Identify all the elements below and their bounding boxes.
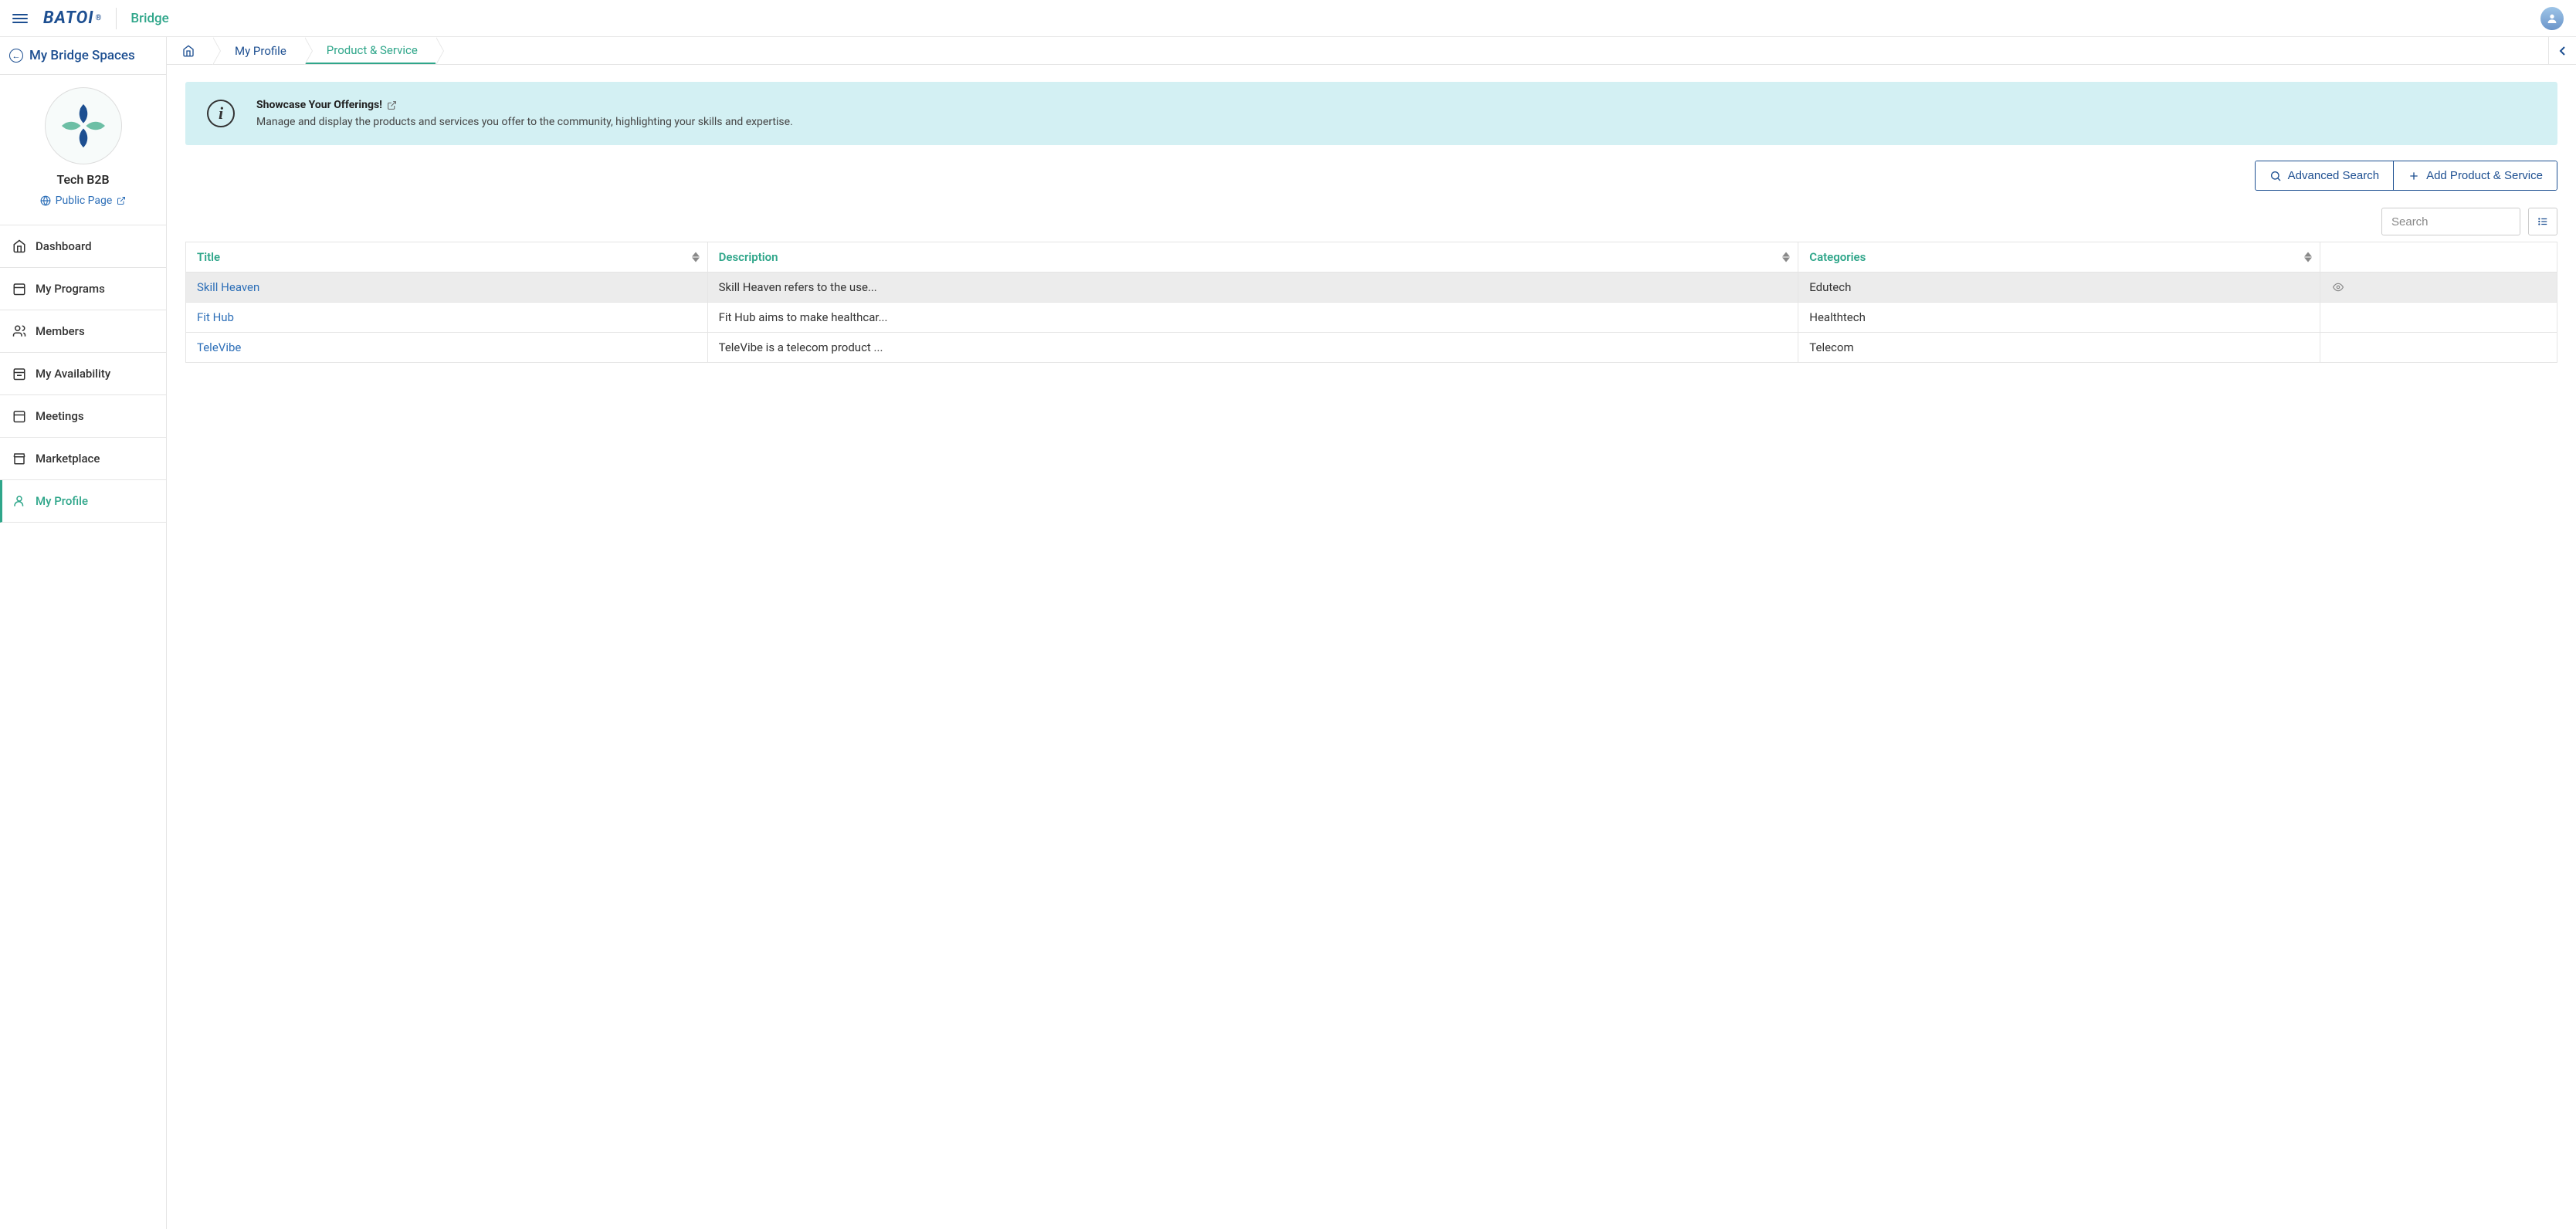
main-content: My Profile Product & Service i Showcase … bbox=[167, 37, 2576, 1229]
row-categories: Telecom bbox=[1798, 333, 2320, 363]
column-header-actions bbox=[2320, 242, 2557, 273]
topbar: BATOI® Bridge bbox=[0, 0, 2576, 37]
breadcrumb-home[interactable] bbox=[167, 37, 213, 64]
advanced-search-button[interactable]: Advanced Search bbox=[2256, 161, 2393, 190]
external-link-icon[interactable] bbox=[387, 100, 397, 110]
plus-icon bbox=[2408, 170, 2420, 182]
info-banner: i Showcase Your Offerings! Manage and di… bbox=[185, 82, 2557, 145]
sidebar-item-label: Dashboard bbox=[36, 239, 92, 253]
sidebar-item-members[interactable]: Members bbox=[0, 310, 166, 353]
home-icon bbox=[12, 239, 26, 253]
sort-icon bbox=[2304, 252, 2312, 262]
back-to-spaces-link[interactable]: ← My Bridge Spaces bbox=[9, 48, 157, 63]
sidebar-item-marketplace[interactable]: Marketplace bbox=[0, 438, 166, 480]
sort-icon bbox=[692, 252, 700, 262]
row-description: Skill Heaven refers to the use... bbox=[707, 273, 1798, 303]
products-table: Title Description bbox=[185, 242, 2557, 363]
sort-icon bbox=[1782, 252, 1790, 262]
breadcrumb-my-profile[interactable]: My Profile bbox=[213, 37, 305, 64]
home-icon bbox=[182, 45, 195, 57]
globe-icon bbox=[40, 195, 51, 206]
button-label: Advanced Search bbox=[2288, 169, 2379, 182]
breadcrumb-label: Product & Service bbox=[327, 43, 418, 57]
sidebar-item-label: My Profile bbox=[36, 494, 88, 508]
logo[interactable]: BATOI® bbox=[43, 8, 102, 28]
public-page-link[interactable]: Public Page bbox=[40, 195, 127, 207]
list-icon bbox=[2537, 216, 2549, 227]
logo-registered: ® bbox=[96, 14, 103, 22]
logo-text: BATOI bbox=[43, 8, 94, 28]
chevron-left-icon bbox=[2559, 46, 2567, 56]
sidebar-item-my-availability[interactable]: My Availability bbox=[0, 353, 166, 395]
external-link-icon bbox=[117, 196, 126, 205]
action-button-group: Advanced Search Add Product & Service bbox=[2255, 161, 2557, 191]
sidebar-item-dashboard[interactable]: Dashboard bbox=[0, 225, 166, 268]
row-description: TeleVibe is a telecom product ... bbox=[707, 333, 1798, 363]
row-actions bbox=[2320, 333, 2557, 363]
sidebar-item-label: Members bbox=[36, 324, 85, 338]
row-categories: Healthtech bbox=[1798, 303, 2320, 333]
divider bbox=[116, 8, 117, 29]
column-header-categories[interactable]: Categories bbox=[1798, 242, 2320, 273]
row-actions bbox=[2320, 303, 2557, 333]
users-icon bbox=[12, 324, 26, 338]
table-row[interactable]: Fit Hub Fit Hub aims to make healthcar..… bbox=[186, 303, 2557, 333]
person-icon bbox=[2546, 12, 2558, 25]
collapse-panel-button[interactable] bbox=[2548, 37, 2576, 64]
list-view-button[interactable] bbox=[2528, 208, 2557, 235]
user-avatar[interactable] bbox=[2540, 7, 2564, 30]
breadcrumb: My Profile Product & Service bbox=[167, 37, 2576, 65]
app-name[interactable]: Bridge bbox=[130, 11, 168, 26]
sidebar-item-label: My Programs bbox=[36, 282, 105, 296]
row-categories: Edutech bbox=[1798, 273, 2320, 303]
row-actions bbox=[2320, 273, 2557, 303]
calendar-icon bbox=[12, 282, 26, 296]
space-name: Tech B2B bbox=[9, 172, 157, 187]
sidebar-item-label: My Availability bbox=[36, 367, 110, 381]
banner-description: Manage and display the products and serv… bbox=[256, 116, 793, 128]
row-title-link[interactable]: TeleVibe bbox=[186, 333, 708, 363]
row-description: Fit Hub aims to make healthcar... bbox=[707, 303, 1798, 333]
row-title-link[interactable]: Fit Hub bbox=[186, 303, 708, 333]
column-header-description[interactable]: Description bbox=[707, 242, 1798, 273]
space-avatar bbox=[45, 87, 122, 164]
breadcrumb-label: My Profile bbox=[235, 44, 286, 58]
public-page-label: Public Page bbox=[56, 195, 113, 207]
banner-title: Showcase Your Offerings! bbox=[256, 99, 382, 111]
store-icon bbox=[12, 452, 26, 466]
sidebar-item-label: Meetings bbox=[36, 409, 84, 423]
calendar-check-icon bbox=[12, 409, 26, 423]
space-logo-icon bbox=[56, 99, 110, 153]
arrow-left-circle-icon: ← bbox=[9, 49, 23, 63]
search-icon bbox=[2269, 170, 2282, 182]
row-title-link[interactable]: Skill Heaven bbox=[186, 273, 708, 303]
button-label: Add Product & Service bbox=[2426, 169, 2543, 182]
table-row[interactable]: Skill Heaven Skill Heaven refers to the … bbox=[186, 273, 2557, 303]
view-button[interactable] bbox=[2331, 282, 2546, 293]
user-icon bbox=[12, 494, 26, 508]
menu-toggle-button[interactable] bbox=[12, 11, 28, 26]
column-header-title[interactable]: Title bbox=[186, 242, 708, 273]
calendar-minus-icon bbox=[12, 367, 26, 381]
back-label: My Bridge Spaces bbox=[29, 48, 135, 63]
add-product-service-button[interactable]: Add Product & Service bbox=[2393, 161, 2557, 190]
sidebar-item-my-profile[interactable]: My Profile bbox=[0, 480, 166, 523]
sidebar: ← My Bridge Spaces Tech B2B bbox=[0, 37, 167, 1229]
sidebar-item-label: Marketplace bbox=[36, 452, 100, 466]
sidebar-item-meetings[interactable]: Meetings bbox=[0, 395, 166, 438]
breadcrumb-product-service[interactable]: Product & Service bbox=[305, 37, 436, 64]
search-input[interactable] bbox=[2381, 208, 2520, 235]
eye-icon bbox=[2331, 282, 2345, 293]
table-row[interactable]: TeleVibe TeleVibe is a telecom product .… bbox=[186, 333, 2557, 363]
info-icon: i bbox=[207, 100, 235, 127]
sidebar-item-my-programs[interactable]: My Programs bbox=[0, 268, 166, 310]
